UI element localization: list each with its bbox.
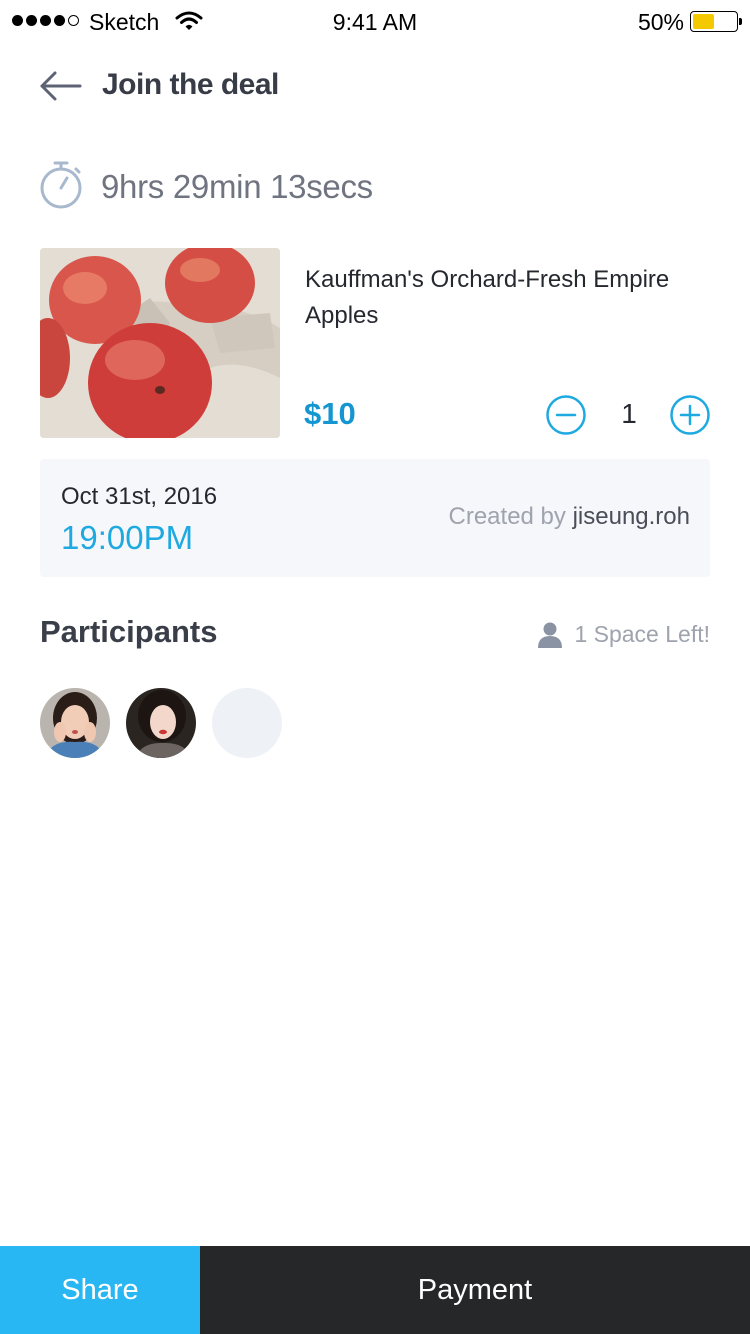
- participant-avatars: [40, 688, 282, 758]
- battery-icon: [690, 11, 742, 32]
- avatar[interactable]: [40, 688, 110, 758]
- minus-circle-icon: [546, 395, 586, 435]
- share-button[interactable]: Share: [0, 1246, 200, 1334]
- deal-time: 19:00PM: [61, 519, 194, 556]
- created-by-label: Created by: [448, 503, 573, 530]
- increase-quantity-button[interactable]: [670, 395, 710, 435]
- product-name: Kauffman's Orchard-Fresh Empire Apples: [305, 266, 670, 329]
- created-by: Created by jiseung.roh: [449, 503, 691, 531]
- bottom-action-bar: Share Payment: [0, 1246, 750, 1334]
- status-bar: Sketch 9:41 AM 50%: [0, 0, 750, 44]
- countdown-timer: 9hrs 29min 13secs: [101, 168, 373, 205]
- avatar[interactable]: [126, 688, 196, 758]
- battery-percentage: 50%: [637, 9, 684, 35]
- payment-button[interactable]: Payment: [200, 1246, 750, 1334]
- plus-circle-icon: [670, 395, 710, 435]
- space-left-text: 1 Space Left!: [574, 621, 710, 647]
- stopwatch-icon: [40, 161, 82, 209]
- spaces-left-indicator: 1 Space Left!: [538, 621, 710, 648]
- back-button[interactable]: [38, 66, 84, 106]
- empty-avatar-slot: [212, 688, 282, 758]
- quantity-value: 1: [621, 398, 637, 429]
- page-title: Join the deal: [102, 68, 279, 101]
- arrow-left-icon: [40, 71, 82, 101]
- battery-level: [693, 14, 714, 29]
- product-price: $10: [304, 396, 356, 431]
- decrease-quantity-button[interactable]: [546, 395, 586, 435]
- creator-name[interactable]: jiseung.roh: [573, 503, 690, 530]
- participants-title: Participants: [40, 614, 218, 649]
- product-image: [40, 248, 280, 438]
- person-icon: [538, 622, 563, 648]
- deal-date: Oct 31st, 2016: [61, 483, 218, 510]
- deal-info-card: Oct 31st, 2016 19:00PM Created by jiseun…: [40, 459, 710, 577]
